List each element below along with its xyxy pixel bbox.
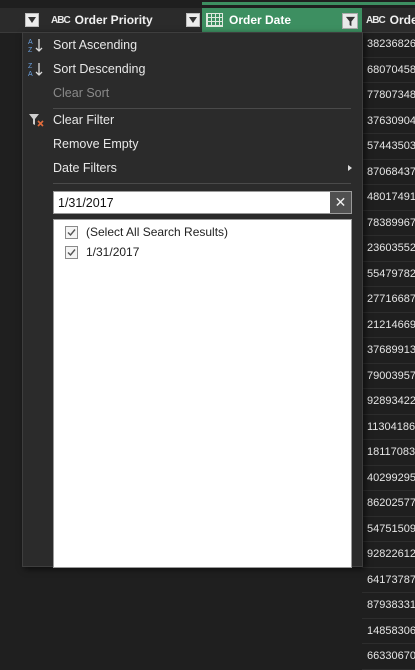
filter-icon [345, 16, 355, 26]
menu-separator [53, 183, 351, 184]
submenu-arrow-icon [348, 165, 352, 171]
svg-text:A: A [28, 39, 33, 46]
table-cell[interactable]: 77807348 [362, 83, 415, 109]
order-date-filter-button[interactable] [342, 13, 358, 29]
table-cell[interactable]: 66330670 [362, 644, 415, 670]
menu-item-label: Clear Filter [53, 113, 115, 127]
table-cell[interactable]: 14858306 [362, 619, 415, 644]
menu-item-label: Clear Sort [53, 86, 110, 100]
filter-values-list: (Select All Search Results) 1/31/2017 [53, 219, 352, 568]
table-cell[interactable]: 38236826 [362, 32, 415, 58]
table-cell[interactable]: 92822612 [362, 542, 415, 568]
checkbox[interactable] [65, 245, 78, 259]
order-priority-label: Order Priority [74, 13, 153, 27]
chevron-down-icon [28, 17, 36, 23]
order-priority-header[interactable]: ABC Order Priority [25, 8, 153, 32]
prev-column-dropdown-button[interactable] [25, 13, 39, 27]
table-cell[interactable]: 40299295 [362, 466, 415, 491]
filter-search-input[interactable] [54, 193, 332, 212]
table-cell[interactable]: 23603552 [362, 236, 415, 262]
order-date-label: Order Date [229, 13, 292, 27]
list-item-value[interactable]: 1/31/2017 [54, 242, 351, 262]
check-icon [67, 248, 76, 256]
chevron-down-icon [189, 17, 197, 23]
order-id-header[interactable]: ABC Order [366, 8, 415, 32]
table-cell[interactable]: 64173787 [362, 568, 415, 593]
table-cell[interactable]: 86202577 [362, 491, 415, 517]
filter-search-box: ✕ [53, 191, 352, 214]
table-cell[interactable]: 54751509 [362, 517, 415, 542]
date-type-icon[interactable] [206, 13, 223, 27]
menu-item-clear-sort[interactable]: Clear Sort [23, 81, 362, 105]
table-cell[interactable]: 27716687 [362, 287, 415, 313]
order-id-label: Order [389, 13, 415, 27]
table-cell[interactable]: 78389967 [362, 211, 415, 236]
clear-filter-icon [29, 114, 44, 127]
menu-item-clear-filter[interactable]: Clear Filter [23, 108, 362, 132]
table-cell[interactable]: 79003957 [362, 364, 415, 389]
table-cell[interactable]: 18117083 [362, 440, 415, 466]
svg-text:Z: Z [28, 63, 33, 70]
list-item-label: 1/31/2017 [86, 245, 140, 259]
order-date-header[interactable]: Order Date [202, 8, 362, 32]
table-cell[interactable]: 55479782 [362, 262, 415, 287]
menu-item-remove-empty[interactable]: Remove Empty [23, 132, 362, 156]
table-cell[interactable]: 48017491 [362, 185, 415, 211]
svg-text:A: A [28, 71, 33, 77]
table-cell[interactable]: 37689913 [362, 338, 415, 364]
table-cell[interactable]: 37630904 [362, 109, 415, 134]
column-filter-menu: A Z Sort Ascending Z A Sort Descending C… [22, 32, 363, 568]
selected-column-indicator [0, 0, 415, 8]
left-column-stub [0, 0, 22, 565]
checkbox[interactable] [65, 225, 78, 239]
sort-descending-icon: Z A [28, 63, 43, 77]
svg-text:Z: Z [28, 47, 33, 53]
sort-ascending-icon: A Z [28, 39, 43, 53]
table-cell[interactable]: 68070458 [362, 58, 415, 83]
table-cell[interactable]: 11304186 [362, 415, 415, 440]
menu-item-label: Date Filters [53, 161, 117, 175]
table-cell[interactable]: 57443503 [362, 134, 415, 160]
order-id-values: 38236826 68070458 77807348 37630904 57443503… [362, 32, 415, 670]
table-cell[interactable]: 87068437 [362, 160, 415, 185]
table-cell[interactable]: 21214669 [362, 313, 415, 338]
menu-item-label: Remove Empty [53, 137, 139, 151]
menu-item-sort-ascending[interactable]: A Z Sort Ascending [23, 33, 362, 57]
check-icon [67, 228, 76, 236]
table-cell[interactable]: 87938331 [362, 593, 415, 619]
clear-search-button[interactable]: ✕ [330, 192, 351, 213]
table-cell[interactable]: 92893422 [362, 389, 415, 415]
text-type-icon[interactable]: ABC [366, 15, 386, 26]
menu-item-label: Sort Descending [53, 62, 146, 76]
close-icon: ✕ [334, 194, 347, 210]
list-item-select-all[interactable]: (Select All Search Results) [54, 222, 351, 242]
menu-item-label: Sort Ascending [53, 38, 138, 52]
menu-item-date-filters[interactable]: Date Filters [23, 156, 362, 180]
list-item-label: (Select All Search Results) [86, 225, 229, 239]
order-priority-dropdown-button[interactable] [186, 13, 200, 27]
text-type-icon[interactable]: ABC [51, 15, 71, 26]
menu-item-sort-descending[interactable]: Z A Sort Descending [23, 57, 362, 81]
